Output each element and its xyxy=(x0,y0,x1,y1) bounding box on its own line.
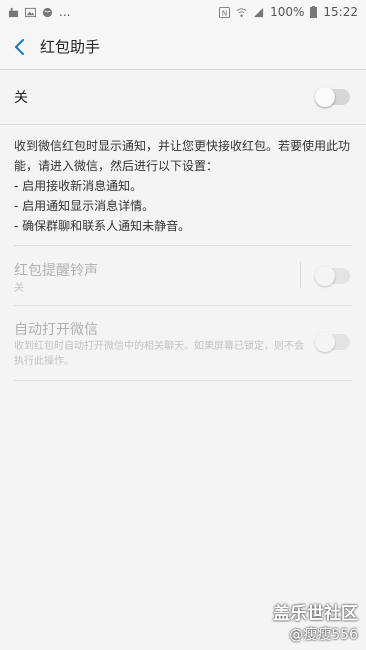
clock: 15:22 xyxy=(323,5,358,19)
globe-notification-icon xyxy=(42,7,53,17)
page-title: 红包助手 xyxy=(40,38,101,56)
back-arrow-icon[interactable] xyxy=(10,36,30,58)
auto-open-toggle[interactable] xyxy=(315,332,350,352)
wifi-icon xyxy=(236,7,247,17)
battery-percent: 100% xyxy=(270,5,305,19)
setting-title: 自动打开微信 xyxy=(14,322,98,338)
divider xyxy=(300,262,301,288)
setting-row-ringtone[interactable]: 红包提醒铃声 关 xyxy=(14,245,352,306)
instruction-step: - 启用接收新消息通知。 xyxy=(14,179,143,193)
setting-subtitle: 关 xyxy=(14,283,24,294)
toggle-knob xyxy=(315,332,335,352)
watermark: 盖乐世社区 @瘦瘦556 xyxy=(273,599,358,644)
status-system: N 100% 15:22 xyxy=(219,5,358,19)
gallery-notification-icon xyxy=(25,7,36,17)
master-switch-row[interactable]: 关 xyxy=(0,71,366,125)
toggle-knob xyxy=(315,266,335,286)
watermark-site: 盖乐世社区 xyxy=(273,604,358,624)
setting-subtitle: 收到红包时自动打开微信中的相关聊天。如果屏幕已锁定，则不会执行此操作。 xyxy=(14,341,304,367)
setting-title: 红包提醒铃声 xyxy=(14,263,98,279)
more-notifications: ... xyxy=(59,5,71,19)
instruction-step: - 确保群聊和联系人通知未静音。 xyxy=(14,219,191,233)
watermark-user: @瘦瘦556 xyxy=(289,627,358,643)
setting-row-auto-open[interactable]: 自动打开微信 收到红包时自动打开微信中的相关聊天。如果屏幕已锁定，则不会执行此操… xyxy=(14,305,352,381)
master-toggle[interactable] xyxy=(315,87,350,107)
signal-icon xyxy=(254,7,264,17)
status-bar: ... N 100% 15:22 xyxy=(0,0,366,24)
battery-icon xyxy=(310,6,318,18)
svg-text:N: N xyxy=(222,8,227,17)
master-switch-label: 关 xyxy=(14,90,28,106)
instruction-paragraph: 收到微信红包时显示通知，并让您更快接收红包。若要使用此功能，请进入微信，然后进行… xyxy=(14,139,351,173)
app-bar: 红包助手 xyxy=(0,24,366,70)
ringtone-toggle[interactable] xyxy=(315,266,350,286)
cart-notification-icon xyxy=(8,7,19,17)
toggle-knob xyxy=(315,87,335,107)
instruction-step: - 启用通知显示消息详情。 xyxy=(14,199,155,213)
nfc-icon: N xyxy=(219,6,231,18)
setup-instructions: 收到微信红包时显示通知，并让您更快接收红包。若要使用此功能，请进入微信，然后进行… xyxy=(14,136,354,236)
status-notifications: ... xyxy=(8,5,70,19)
